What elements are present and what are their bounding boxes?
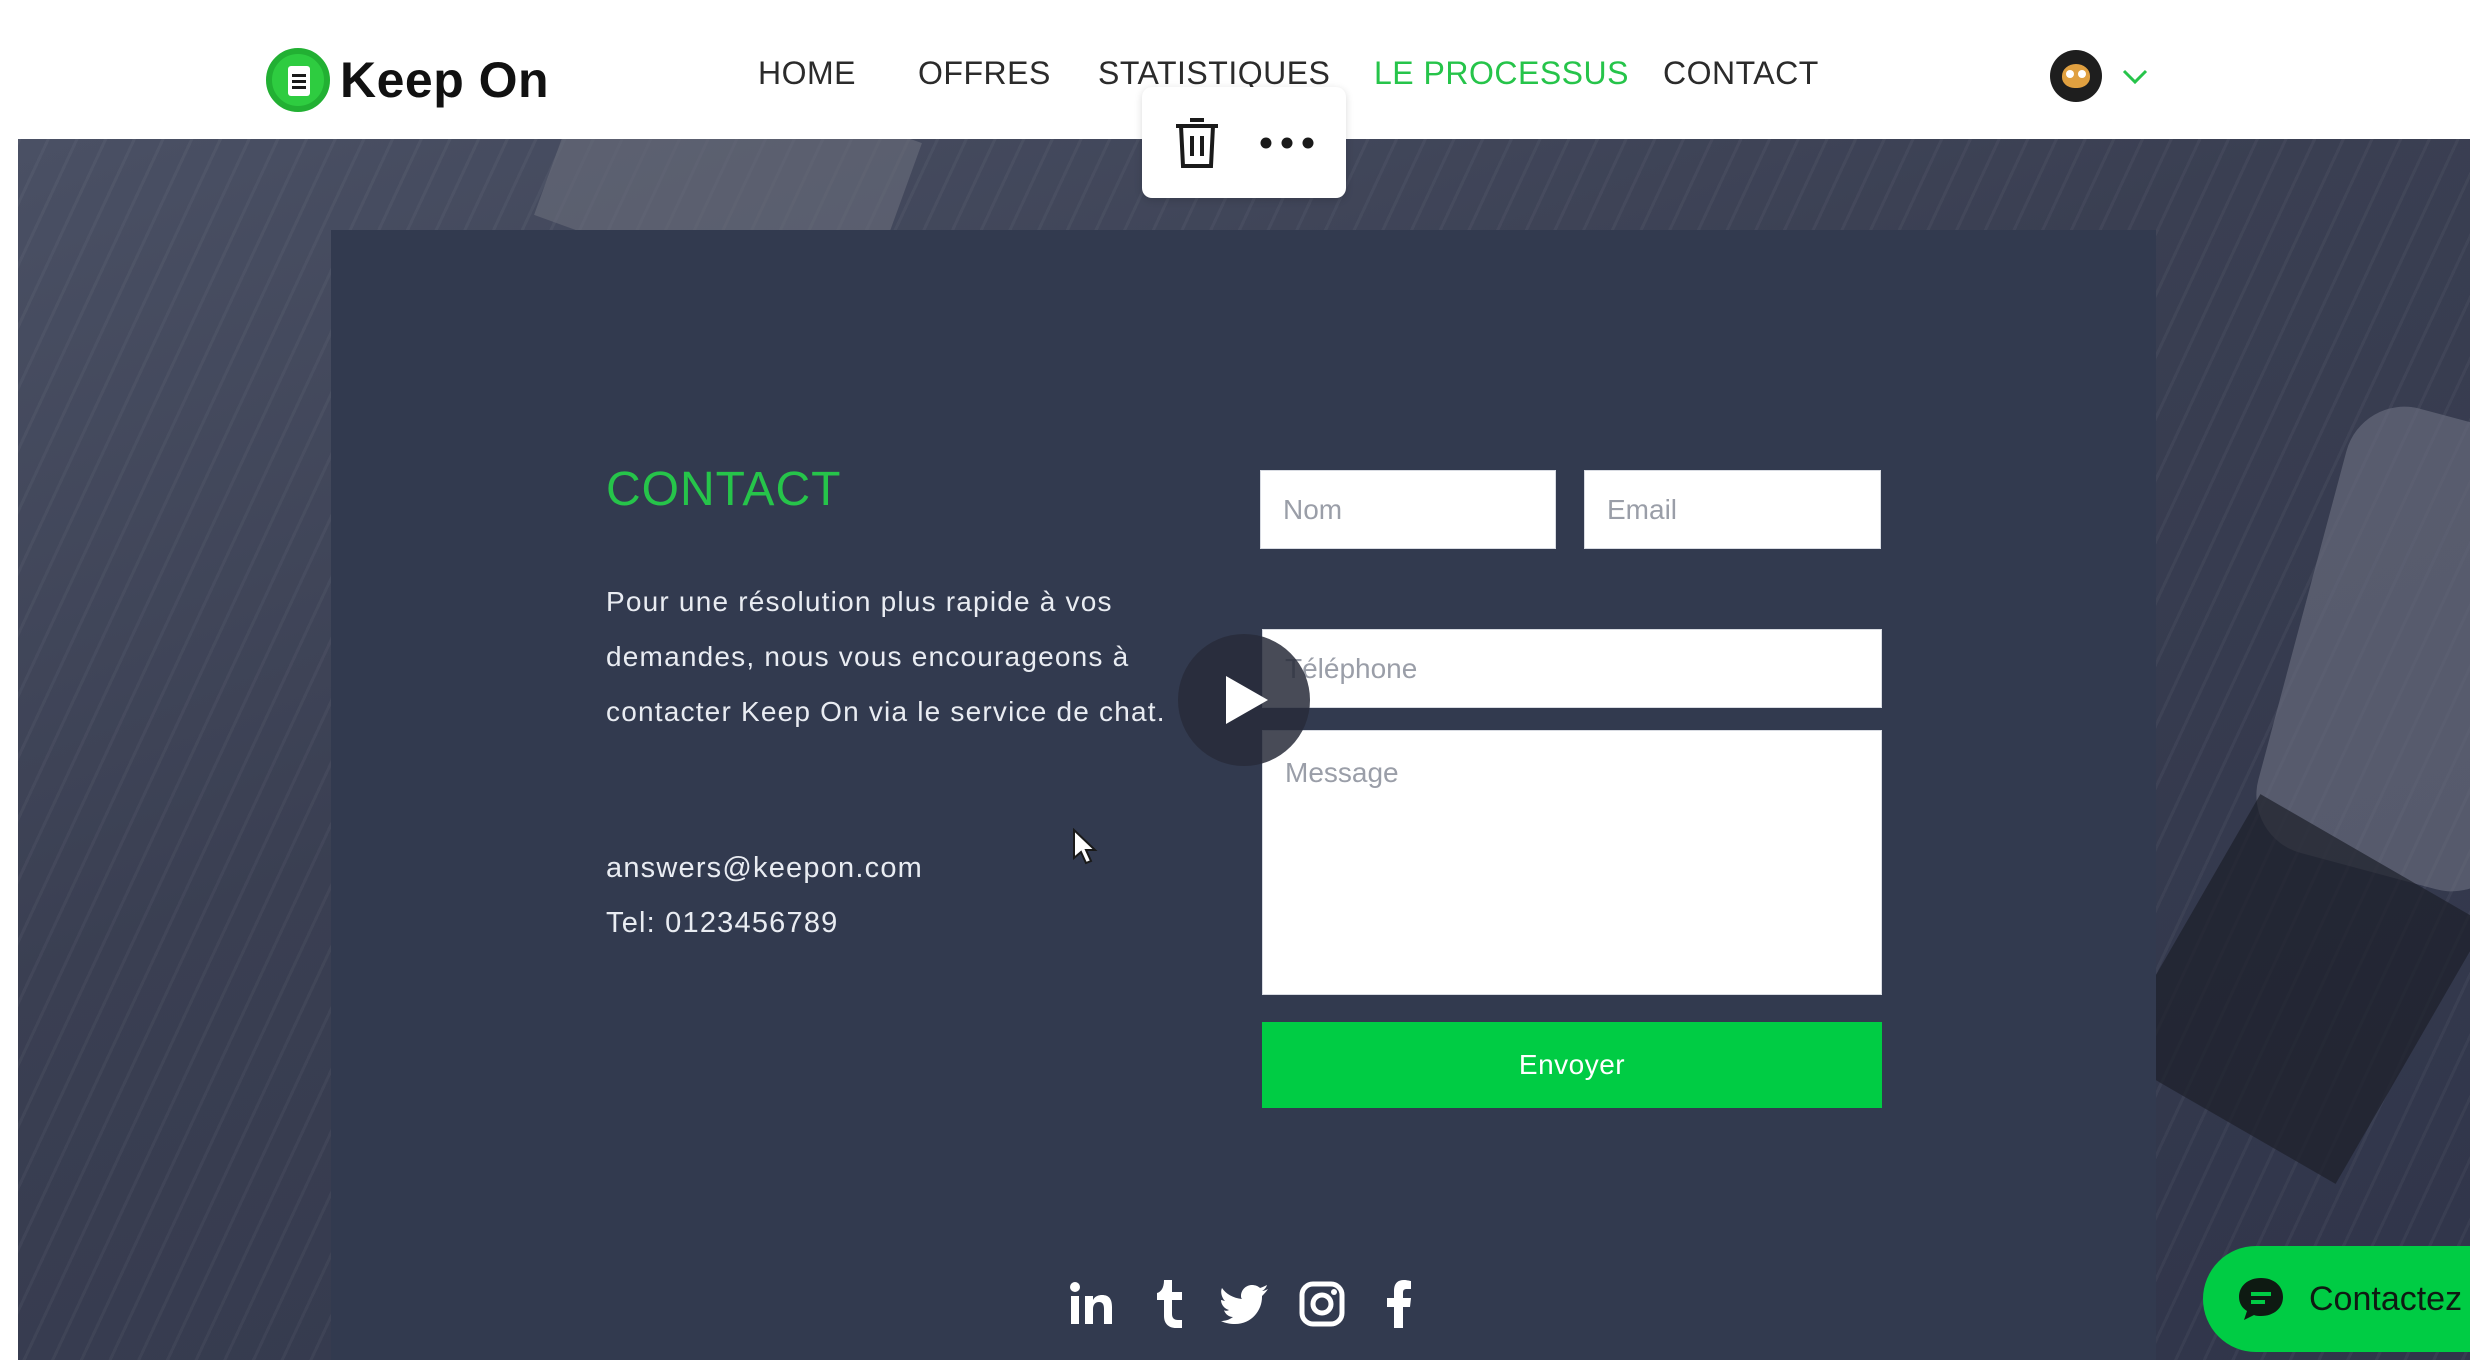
chat-label: Contactez	[2309, 1279, 2463, 1318]
play-button[interactable]	[1178, 634, 1310, 766]
facebook-icon[interactable]	[1384, 1276, 1414, 1332]
delete-button[interactable]	[1152, 98, 1242, 188]
logo-document-icon	[266, 48, 330, 112]
contact-tel: Tel: 0123456789	[606, 907, 839, 939]
more-button[interactable]	[1242, 98, 1332, 188]
nom-input[interactable]	[1260, 470, 1556, 549]
brand-name: Keep On	[340, 52, 550, 108]
owl-avatar-icon	[2050, 50, 2102, 102]
contact-description: Pour une résolution plus rapide à vos de…	[606, 586, 1166, 727]
play-icon	[1226, 676, 1268, 724]
telephone-input[interactable]	[1262, 629, 1882, 708]
email-input[interactable]	[1584, 470, 1881, 549]
nav-offres[interactable]: OFFRES	[918, 55, 1051, 92]
nav-home[interactable]: HOME	[758, 55, 856, 92]
tumblr-icon[interactable]	[1152, 1276, 1188, 1332]
contact-panel	[331, 230, 2156, 1360]
user-menu[interactable]	[2050, 50, 2150, 102]
chat-bubble-icon	[2239, 1278, 2283, 1320]
element-toolbar	[1142, 87, 1346, 198]
linkedin-icon[interactable]	[1066, 1276, 1118, 1332]
chat-widget[interactable]: Contactez	[2203, 1246, 2470, 1352]
contact-title: CONTACT	[606, 463, 842, 516]
message-textarea[interactable]	[1262, 730, 1882, 995]
nav-le-processus[interactable]: LE PROCESSUS	[1374, 55, 1629, 92]
nav-contact[interactable]: CONTACT	[1663, 55, 1819, 92]
trash-icon	[1176, 117, 1218, 168]
chevron-down-icon	[2122, 69, 2148, 85]
send-button[interactable]: Envoyer	[1262, 1022, 1882, 1108]
more-horizontal-icon	[1260, 137, 1314, 148]
instagram-icon[interactable]	[1298, 1276, 1346, 1332]
mouse-cursor-icon	[1073, 828, 1098, 865]
logo[interactable]: Keep On	[266, 48, 549, 112]
twitter-icon[interactable]	[1220, 1276, 1270, 1332]
contact-email[interactable]: answers@keepon.com	[606, 852, 923, 885]
